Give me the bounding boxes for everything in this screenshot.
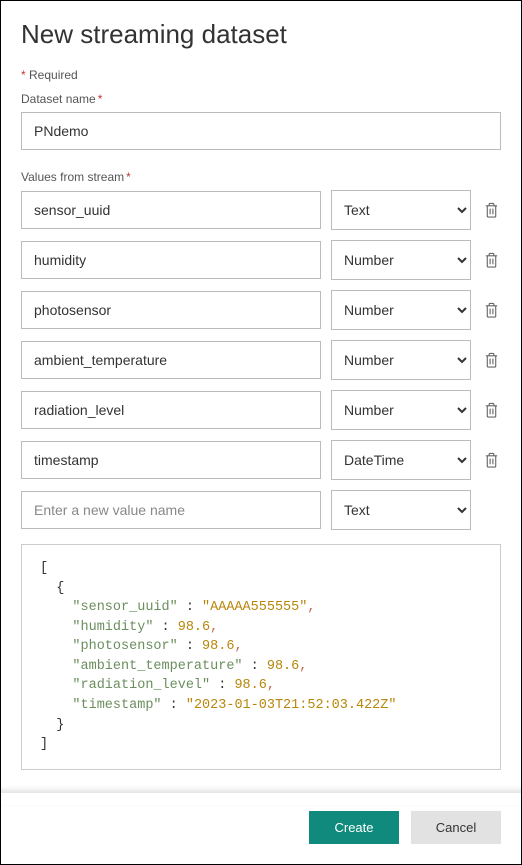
trash-icon[interactable] [481, 350, 501, 370]
trash-icon[interactable] [481, 250, 501, 270]
new-value-name-input[interactable] [21, 491, 321, 529]
cancel-button[interactable]: Cancel [411, 811, 501, 844]
values-from-stream-label: Values from stream* [21, 170, 501, 184]
trash-placeholder [481, 500, 501, 520]
dialog-footer: Create Cancel [1, 793, 521, 864]
value-type-select[interactable]: TextNumberDateTime [331, 240, 471, 280]
json-preview: [ { "sensor_uuid" : "AAAAA555555", "humi… [21, 544, 501, 770]
value-name-input[interactable] [21, 391, 321, 429]
dataset-name-label: Dataset name* [21, 92, 501, 106]
required-note: * Required [21, 68, 501, 82]
value-row: TextNumberDateTime [21, 290, 501, 330]
new-value-row: TextNumberDateTime [21, 490, 501, 530]
value-name-input[interactable] [21, 441, 321, 479]
value-row: TextNumberDateTime [21, 440, 501, 480]
new-value-type-select[interactable]: TextNumberDateTime [331, 490, 471, 530]
dataset-name-input[interactable] [21, 112, 501, 150]
create-button[interactable]: Create [309, 811, 399, 844]
value-row: TextNumberDateTime [21, 390, 501, 430]
value-name-input[interactable] [21, 291, 321, 329]
trash-icon[interactable] [481, 300, 501, 320]
value-type-select[interactable]: TextNumberDateTime [331, 190, 471, 230]
dialog-title: New streaming dataset [21, 19, 501, 50]
value-type-select[interactable]: TextNumberDateTime [331, 290, 471, 330]
value-name-input[interactable] [21, 341, 321, 379]
trash-icon[interactable] [481, 400, 501, 420]
value-row: TextNumberDateTime [21, 240, 501, 280]
value-type-select[interactable]: TextNumberDateTime [331, 340, 471, 380]
value-name-input[interactable] [21, 191, 321, 229]
value-type-select[interactable]: TextNumberDateTime [331, 390, 471, 430]
value-type-select[interactable]: TextNumberDateTime [331, 440, 471, 480]
trash-icon[interactable] [481, 450, 501, 470]
value-row: TextNumberDateTime [21, 340, 501, 380]
value-row: TextNumberDateTime [21, 190, 501, 230]
trash-icon[interactable] [481, 200, 501, 220]
value-name-input[interactable] [21, 241, 321, 279]
